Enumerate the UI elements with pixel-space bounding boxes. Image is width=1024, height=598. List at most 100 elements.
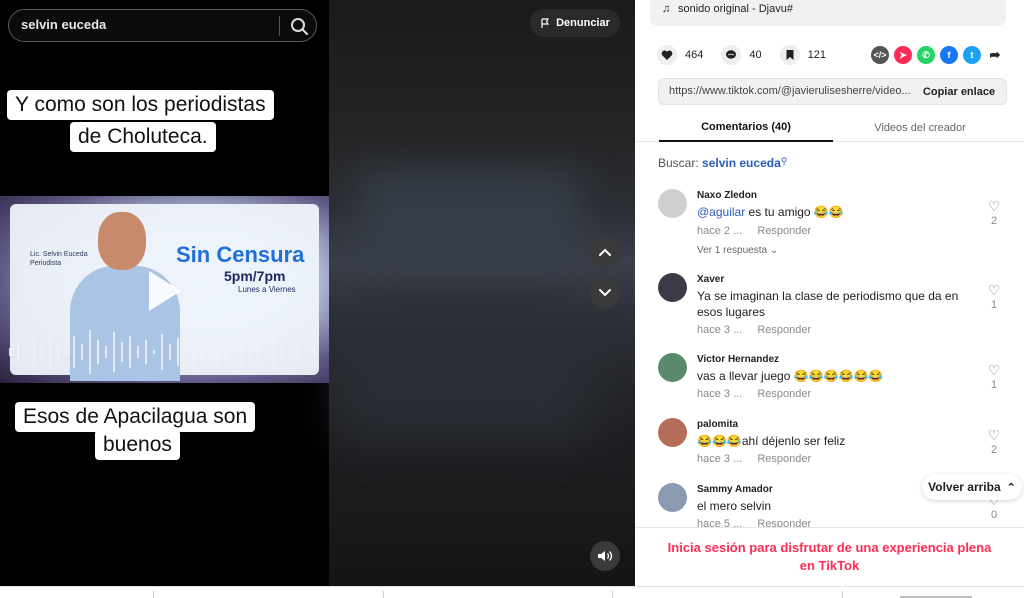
bottom-strip [0,586,1024,598]
heart-icon: ♡ [987,198,1001,214]
flag-icon [541,17,550,28]
heart-icon: ♡ [987,427,1001,443]
comment-username[interactable]: Naxo Zledon [697,190,757,201]
embed-icon[interactable]: </> [871,46,889,64]
comment-item: Naxo Zledon @aguilar es tu amigo 😂😂 hace… [658,189,1008,264]
video-area: selvin euceda Denunciar Y como son los p… [0,0,635,586]
comment-username[interactable]: Xaver [697,274,724,285]
search-divider [279,16,280,36]
share-arrow-icon[interactable]: ➦ [986,46,1004,64]
comment-meta: hace 3 ... Responder [697,453,823,465]
avatar[interactable] [658,353,687,382]
search-icon: ⚲ [780,156,788,166]
reply-button[interactable]: Responder [757,324,811,336]
tab-comments[interactable]: Comentarios (40) [659,114,833,142]
comment-text: 😂😂😂ahí déjenlo ser feliz [697,434,846,448]
comment-like-count: 2 [990,444,998,456]
report-label: Denunciar [556,17,610,29]
audio-wave [9,330,315,374]
comment-text: vas a llevar juego 😂😂😂😂😂😂 [697,369,884,383]
show-title: Sin Censura [176,242,305,267]
divider [153,591,154,598]
send-icon[interactable]: ➤ [894,46,912,64]
comment-like[interactable]: ♡ 2 [984,199,1004,227]
twitter-icon[interactable]: t [963,46,981,64]
buscar-term[interactable]: selvin euceda [702,156,781,170]
comment-like[interactable]: ♡ 1 [984,363,1004,391]
login-prompt-text[interactable]: Inicia sesión para disfrutar de una expe… [660,539,1000,575]
comment-like-count: 1 [990,299,998,311]
volume-icon [598,551,613,561]
buscar-label: Buscar: [658,156,699,170]
avatar[interactable] [658,483,687,512]
comment-meta: hace 3 ... Responder [697,324,823,336]
volume-button[interactable] [590,541,620,571]
tabs-bar: Comentarios (40) Videos del creador [635,114,1024,142]
facebook-icon[interactable]: f [940,46,958,64]
action-bar: 464 40 121 [657,44,844,66]
search-bar[interactable]: selvin euceda [8,9,317,42]
comment-item: palomita 😂😂😂ahí déjenlo ser feliz hace 3… [658,418,1008,468]
comment-like[interactable]: ♡ 2 [984,428,1004,456]
video-link-url[interactable]: https://www.tiktok.com/@javierulisesherr… [669,85,914,97]
comment-item: Victor Hernandez vas a llevar juego 😂😂😂😂… [658,353,1008,403]
double-chevron-up-icon: ⌃ [1006,481,1016,494]
blur-patch [360,170,580,260]
comment-username[interactable]: Victor Hernandez [697,354,779,365]
comment-text-body: es tu amigo 😂😂 [745,205,844,219]
next-video-button[interactable] [590,278,620,308]
video-caption-bottom-2: buenos [95,430,180,460]
comment-button[interactable]: 40 [721,45,762,65]
comment-like-count: 2 [990,215,998,227]
video-link-box[interactable]: https://www.tiktok.com/@javierulisesherr… [658,78,1007,105]
video-caption-bottom-1: Esos de Apacilagua son [15,402,256,432]
report-button[interactable]: Denunciar [530,9,620,37]
comment-time: hace 3 ... [697,324,743,336]
whatsapp-icon[interactable]: ✆ [917,46,935,64]
tab-creator-videos[interactable]: Videos del creador [833,114,1007,142]
comment-search-suggestion[interactable]: Buscar: selvin euceda⚲ [658,156,787,170]
divider [612,591,613,598]
comment-like[interactable]: ♡ 1 [984,283,1004,311]
video-caption-top-2: de Choluteca. [70,122,216,152]
save-count: 121 [807,49,826,61]
save-button[interactable]: 121 [779,45,826,65]
search-input[interactable]: selvin euceda [21,17,106,32]
comment-time: hace 3 ... [697,453,743,465]
comment-count: 40 [749,49,762,61]
thumbnail-role-text: Periodista [30,260,62,267]
comment-time: hace 2 ... [697,225,743,237]
back-to-top-button[interactable]: Volver arriba ⌃ [922,474,1022,500]
avatar[interactable] [658,273,687,302]
reply-button[interactable]: Responder [757,453,811,465]
chevron-up-icon [599,248,611,256]
thumbnail-name-text: Lic. Selvin Euceda [30,251,88,258]
avatar[interactable] [658,418,687,447]
sound-label: sonido original - Djavu# [678,3,793,15]
tiktok-page: selvin euceda Denunciar Y como son los p… [0,0,1024,598]
avatar[interactable] [658,189,687,218]
share-buttons: </> ➤ ✆ f t ➦ [871,46,1004,64]
sound-bar[interactable]: ♫ sonido original - Djavu# [650,0,1006,26]
heart-icon: ♡ [987,282,1001,298]
video-thumbnail[interactable]: Lic. Selvin Euceda Periodista Sin Censur… [0,196,329,383]
view-replies-label: Ver 1 respuesta [697,245,768,256]
comment-time: hace 3 ... [697,388,743,400]
like-button[interactable]: 464 [657,45,703,65]
video-caption-top-1: Y como son los periodistas [7,90,274,120]
copy-link-button[interactable]: Copiar enlace [912,79,1006,104]
reply-button[interactable]: Responder [757,388,811,400]
comment-username[interactable]: Sammy Amador [697,484,773,495]
login-prompt[interactable]: Inicia sesión para disfrutar de una expe… [635,527,1024,586]
comment-mention[interactable]: @aguilar [697,205,745,219]
previous-video-button[interactable] [590,237,620,267]
heart-icon [657,45,677,65]
comment-username[interactable]: palomita [697,419,738,430]
view-replies-button[interactable]: Ver 1 respuesta ⌄ [697,245,778,256]
reply-button[interactable]: Responder [757,225,811,237]
bookmark-icon [779,45,800,65]
comment-text: @aguilar es tu amigo 😂😂 [697,204,967,220]
play-icon[interactable] [145,268,185,314]
search-icon[interactable] [287,15,311,37]
divider [383,591,384,598]
